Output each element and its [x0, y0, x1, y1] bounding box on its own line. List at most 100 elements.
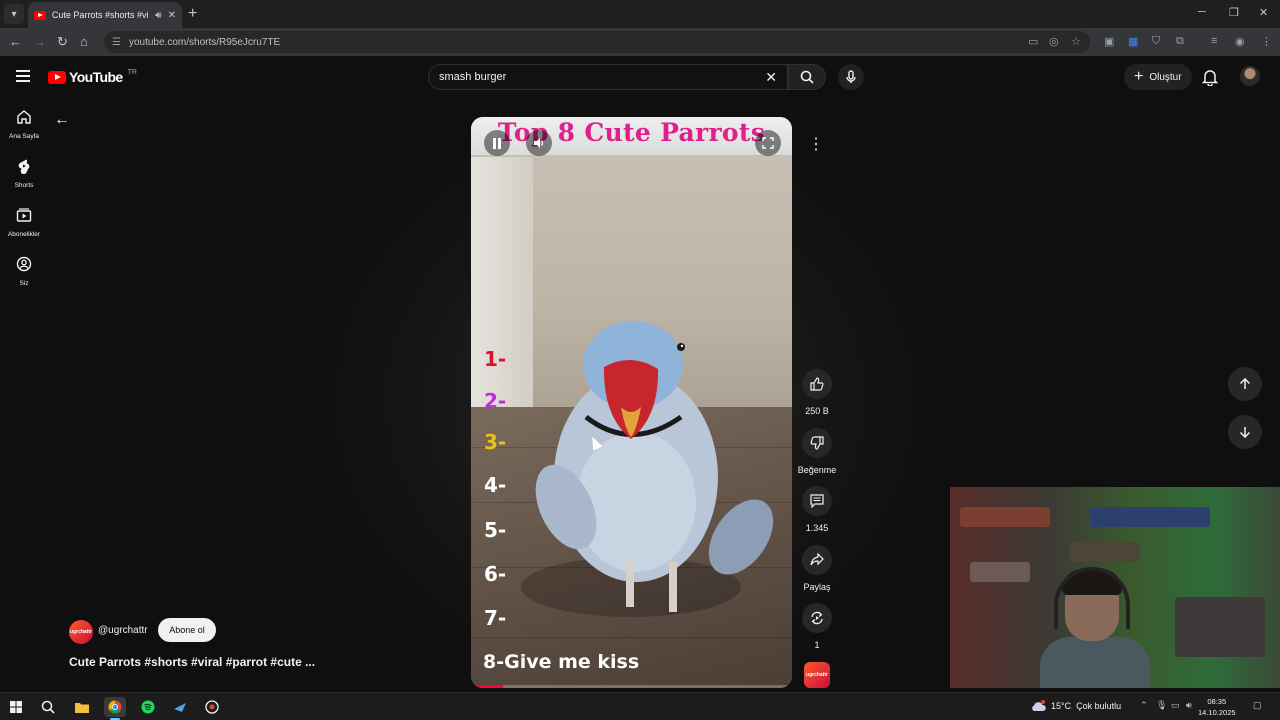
video-title[interactable]: Cute Parrots #shorts #viral #parrot #cut… — [69, 655, 315, 669]
remix-count: 1 — [814, 640, 820, 650]
fullscreen-icon — [762, 137, 774, 149]
arrow-up-icon — [1239, 378, 1251, 389]
home-button[interactable]: ⌂ — [80, 34, 88, 49]
profile-icon[interactable]: ◉ — [1235, 35, 1245, 48]
youtube-favicon-icon — [34, 10, 46, 20]
minimize-button[interactable]: ─ — [1198, 6, 1206, 18]
media-control-icon[interactable]: ≡ — [1211, 35, 1217, 47]
pause-icon — [493, 137, 501, 149]
search-button[interactable] — [788, 64, 826, 90]
tab-search-button[interactable]: ▾ — [4, 4, 24, 24]
more-options-button[interactable]: ⋮ — [802, 130, 830, 158]
mute-button[interactable] — [526, 130, 552, 156]
like-button[interactable] — [802, 369, 832, 399]
obs-taskbar-button[interactable] — [201, 697, 223, 717]
chrome-taskbar-button[interactable] — [104, 697, 126, 720]
youtube-logo[interactable]: YouTube TR — [48, 69, 137, 85]
sidebar-item-shorts[interactable]: Shorts — [0, 158, 48, 189]
weather-description: Çok bulutlu — [1076, 701, 1122, 711]
thumbs-up-icon — [810, 377, 824, 391]
app-taskbar-button[interactable] — [169, 697, 191, 717]
back-button[interactable]: ← — [9, 34, 22, 49]
previous-short-button[interactable] — [1228, 367, 1262, 401]
plus-icon: + — [1134, 68, 1144, 85]
comments-button[interactable] — [802, 486, 832, 516]
rank-label-6: 6- — [484, 562, 507, 586]
channel-handle[interactable]: @ugrchattr — [98, 625, 148, 636]
create-button[interactable]: + Oluştur — [1124, 64, 1192, 90]
install-icon[interactable]: ▭ — [1028, 35, 1038, 48]
sidebar-item-subscriptions[interactable]: Abonelikler — [0, 207, 48, 238]
browser-menu-icon[interactable]: ⋮ — [1261, 35, 1272, 48]
like-action[interactable]: 250 B — [796, 369, 838, 416]
webcam-shelf — [1090, 507, 1210, 527]
bookmark-star-icon[interactable]: ☆ — [1071, 35, 1081, 48]
record-icon — [205, 700, 219, 714]
start-button[interactable] — [5, 697, 27, 717]
file-explorer-button[interactable] — [71, 697, 93, 717]
tray-overflow-icon[interactable]: ⌃ — [1140, 700, 1148, 711]
browser-tab[interactable]: Cute Parrots #shorts #viral #parrot #cut… — [28, 2, 182, 28]
comments-action[interactable]: 1.345 — [796, 486, 838, 533]
reload-button[interactable]: ↻ — [57, 34, 68, 50]
share-button[interactable] — [802, 545, 832, 575]
clock-date: 14.10.2025 — [1198, 708, 1236, 717]
url-text: youtube.com/shorts/R95eJcru7TE — [128, 36, 281, 48]
search-input[interactable]: smash burger ✕ — [428, 64, 788, 90]
browser-tab-bar: ▾ Cute Parrots #shorts #viral #parrot #c… — [0, 0, 1280, 28]
webcam-shelf — [960, 507, 1050, 527]
notifications-bell-icon[interactable] — [1202, 68, 1218, 86]
extension-icon[interactable]: ▣ — [1104, 35, 1114, 48]
subscribe-button[interactable]: Abone ol — [158, 618, 216, 642]
subscriptions-icon — [16, 208, 32, 222]
window-close-button[interactable]: ✕ — [1259, 6, 1268, 19]
volume-tray-icon[interactable]: 🔊︎ — [1186, 700, 1192, 711]
sidebar-item-home[interactable]: Ana Sayfa — [0, 109, 48, 140]
address-bar[interactable]: ☰ youtube.com/shorts/R95eJcru7TE — [104, 31, 1090, 53]
sidebar-item-you[interactable]: Siz — [0, 256, 48, 287]
shorts-video-player[interactable]: Top 8 Cute Parrots 1- 2- 3- 4- 5- 6- 7- … — [471, 117, 792, 688]
remix-button[interactable] — [802, 603, 832, 633]
voice-search-button[interactable] — [838, 64, 864, 90]
share-label: Paylaş — [803, 582, 831, 592]
chrome-icon — [108, 700, 122, 714]
next-short-button[interactable] — [1228, 415, 1262, 449]
share-action[interactable]: Paylaş — [796, 545, 838, 592]
account-avatar[interactable] — [1240, 66, 1260, 86]
forward-button[interactable]: → — [33, 34, 46, 49]
remix-action[interactable]: 1 — [796, 603, 838, 650]
youtube-header: YouTube TR smash burger ✕ + Oluştur — [0, 56, 1280, 100]
fullscreen-button[interactable] — [755, 130, 781, 156]
microphone-tray-icon[interactable]: 🎙︎ — [1156, 700, 1167, 711]
shield-icon[interactable]: ⛉ — [1152, 35, 1160, 48]
speaker-icon[interactable]: 🔊︎ — [155, 10, 161, 21]
back-arrow-icon[interactable]: ← — [54, 111, 70, 129]
translate-icon[interactable]: ▦ — [1128, 35, 1138, 48]
dislike-button[interactable] — [802, 428, 832, 458]
network-icon[interactable]: ▭ — [1171, 700, 1180, 711]
weather-widget[interactable]: 15°C Çok bulutlu — [1030, 700, 1121, 712]
dislike-action[interactable]: Beğenme — [796, 428, 838, 475]
browser-toolbar: ← → ↻ ⌂ ☰ youtube.com/shorts/R95eJcru7TE… — [0, 28, 1280, 56]
notification-center-icon[interactable]: ▢ — [1253, 700, 1262, 711]
puzzle-icon[interactable]: ⧉ — [1176, 35, 1184, 48]
menu-icon[interactable] — [16, 70, 30, 85]
streamer-person — [1040, 567, 1150, 688]
channel-avatar[interactable]: ugrchattr — [69, 620, 93, 644]
video-progress-bar[interactable] — [471, 685, 792, 688]
parrot-image — [521, 321, 774, 617]
home-icon — [17, 110, 31, 124]
clear-search-icon[interactable]: ✕ — [765, 69, 777, 86]
pause-button[interactable] — [484, 130, 510, 156]
taskbar-clock[interactable]: 08:35 14.10.2025 — [1198, 696, 1236, 718]
tab-close-icon[interactable]: ✕ — [168, 10, 176, 21]
new-tab-button[interactable]: + — [188, 5, 197, 23]
you-icon — [16, 256, 32, 272]
restore-button[interactable]: ❐ — [1229, 6, 1239, 19]
taskbar-search-button[interactable] — [37, 697, 59, 717]
spotify-taskbar-button[interactable] — [137, 697, 159, 717]
eye-off-icon[interactable]: ◎ — [1049, 35, 1059, 48]
channel-thumbnail[interactable]: ugrchattr — [804, 662, 830, 688]
youtube-play-icon — [48, 70, 66, 84]
site-info-icon[interactable]: ☰ — [112, 37, 121, 48]
